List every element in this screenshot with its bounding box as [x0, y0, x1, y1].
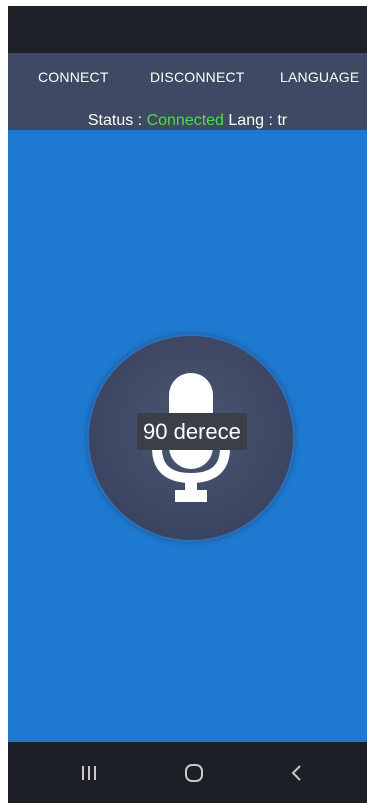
- recognized-text-label: 90 derece: [137, 413, 247, 450]
- recent-apps-icon: [82, 765, 96, 780]
- system-status-bar: [8, 6, 367, 53]
- language-value: tr: [277, 112, 288, 129]
- phone-screen: CONNECT DISCONNECT LANGUAGE Status : Con…: [8, 6, 367, 803]
- back-button[interactable]: [267, 742, 327, 803]
- recent-apps-button[interactable]: [59, 742, 119, 803]
- status-value: Connected: [146, 112, 224, 129]
- language-button[interactable]: LANGUAGE: [280, 69, 359, 85]
- home-button[interactable]: [164, 742, 224, 803]
- back-icon: [291, 764, 301, 781]
- home-icon: [185, 763, 203, 782]
- main-area: 90 derece: [8, 130, 367, 742]
- connection-status-line: Status : Connected Lang : tr: [8, 112, 367, 130]
- language-label: Lang :: [228, 112, 273, 129]
- connect-button[interactable]: CONNECT: [38, 69, 109, 85]
- navigation-bar: [8, 742, 367, 803]
- disconnect-button[interactable]: DISCONNECT: [150, 69, 245, 85]
- status-label: Status :: [87, 112, 143, 129]
